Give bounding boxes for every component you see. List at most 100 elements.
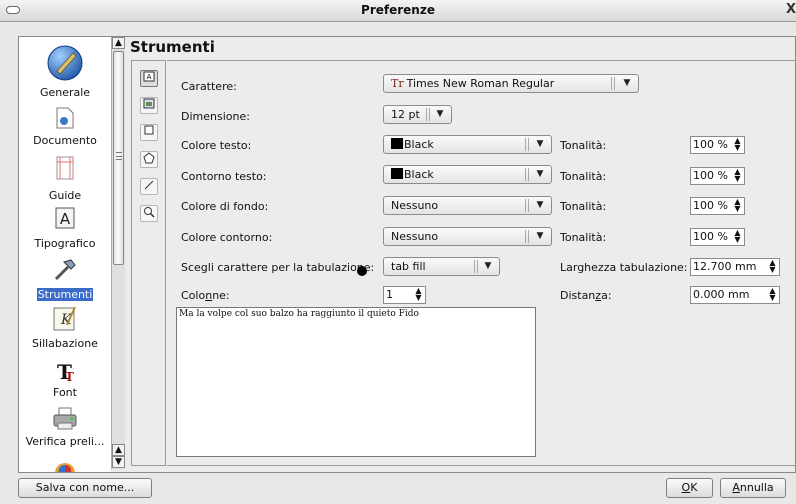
sidebar-item-verifica[interactable]: Verifica preli... — [19, 435, 111, 448]
chevron-down-icon: ▼ — [436, 109, 444, 119]
tab-fill-combo[interactable]: tab fill ▼ — [383, 257, 500, 276]
sidebar-item-documento[interactable]: Documento — [19, 134, 111, 147]
window-title: Preferenze — [361, 3, 435, 17]
line-tool-icon[interactable] — [140, 178, 158, 195]
scroll-down-icon[interactable]: ▼ — [112, 456, 125, 468]
border-shade-spinner[interactable]: 100 % ▲ ▼ — [690, 228, 745, 246]
text-preview: Ma la volpe col suo balzo ha raggiunto i… — [176, 307, 536, 457]
color-swatch — [391, 168, 403, 179]
tonalita-label: Tonalità: — [560, 200, 607, 213]
polygon-tool-icon[interactable] — [140, 151, 158, 168]
guides-icon — [56, 156, 74, 180]
chevron-down-icon: ▼ — [536, 169, 544, 179]
tonalita-label: Tonalità: — [560, 139, 607, 152]
text-shade-spinner[interactable]: 100 % ▲ ▼ — [690, 136, 745, 154]
dimensione-label: Dimensione: — [181, 110, 250, 123]
text-frame-tool-icon[interactable]: A — [140, 70, 158, 87]
text-color-combo[interactable]: Black ▼ — [383, 135, 552, 154]
typography-icon: A — [55, 207, 75, 229]
larghezza-tab-label: Larghezza tabulazione: — [560, 261, 688, 274]
font-type-icon: Tr — [391, 77, 404, 90]
hammer-icon — [54, 259, 76, 281]
columns-value: 1 — [386, 288, 393, 301]
chevron-down-icon: ▼ — [536, 231, 544, 241]
spin-arrows-icon[interactable]: ▲ ▼ — [768, 259, 777, 275]
spin-arrows-icon[interactable]: ▲ ▼ — [733, 137, 742, 153]
ok-button[interactable]: OK — [666, 478, 713, 498]
tab-fill-value: tab fill — [391, 260, 426, 273]
printer-icon — [53, 407, 77, 430]
tab-width-value: 12.700 mm — [693, 260, 757, 273]
title-bar: Preferenze X — [0, 0, 796, 22]
border-color-combo[interactable]: Nessuno ▼ — [383, 227, 552, 246]
border-shade-value: 100 % — [693, 230, 728, 243]
text-color-value: Black — [404, 138, 434, 151]
distanza-label: Distanza: — [560, 289, 612, 302]
sidebar-item-guide[interactable]: Guide — [19, 189, 111, 202]
fill-color-value: Nessuno — [391, 199, 439, 212]
chevron-down-icon: ▼ — [536, 139, 544, 149]
tab-fill-label: Scegli carattere per la tabulazione: — [181, 261, 375, 274]
spin-arrows-icon[interactable]: ▲ ▼ — [733, 168, 742, 184]
scroll-up-icon[interactable]: ▲ — [112, 37, 125, 49]
svg-text:A: A — [60, 210, 71, 228]
stroke-shade-value: 100 % — [693, 169, 728, 182]
hyphenation-icon: K — [53, 306, 76, 331]
text-shade-value: 100 % — [693, 138, 728, 151]
sidebar-item-sillabazione[interactable]: Sillabazione — [19, 337, 111, 350]
document-icon — [56, 107, 74, 129]
sidebar-item-tipografico[interactable]: Tipografico — [19, 237, 111, 250]
sidebar-item-font[interactable]: Font — [19, 386, 111, 399]
font-combo[interactable]: Tr Times New Roman Regular ▼ — [383, 74, 639, 93]
close-icon[interactable]: X — [786, 2, 796, 18]
fill-shade-value: 100 % — [693, 199, 728, 212]
scroll-up-icon-lower[interactable]: ▲ — [112, 444, 125, 456]
stroke-shade-spinner[interactable]: 100 % ▲ ▼ — [690, 167, 745, 185]
colonne-label: Colonne: — [181, 289, 230, 302]
color-swatch — [391, 138, 403, 149]
chevron-down-icon: ▼ — [484, 261, 492, 271]
save-as-button[interactable]: Salva con nome... — [18, 478, 152, 498]
font-combo-value: Times New Roman Regular — [406, 77, 555, 90]
mouse-cursor — [357, 266, 367, 276]
svg-text:T: T — [65, 370, 74, 383]
text-stroke-combo[interactable]: Black ▼ — [383, 165, 552, 184]
fill-shade-spinner[interactable]: 100 % ▲ ▼ — [690, 197, 745, 215]
zoom-tool-icon[interactable] — [140, 205, 158, 222]
spin-arrows-icon[interactable]: ▲ ▼ — [733, 198, 742, 214]
size-combo[interactable]: 12 pt ▼ — [383, 105, 452, 124]
tool-selector: A — [131, 60, 166, 466]
columns-spinner[interactable]: 1 ▲ ▼ — [383, 286, 426, 304]
colore-fondo-label: Colore di fondo: — [181, 200, 269, 213]
shape-tool-icon[interactable] — [140, 124, 158, 141]
cancel-button[interactable]: Annulla — [720, 478, 786, 498]
carattere-label: Carattere: — [181, 80, 237, 93]
globe-pen-icon — [47, 45, 83, 81]
tonalita-label: Tonalità: — [560, 170, 607, 183]
spin-arrows-icon[interactable]: ▲ ▼ — [733, 229, 742, 245]
colore-testo-label: Colore testo: — [181, 139, 252, 152]
image-frame-tool-icon[interactable] — [140, 97, 158, 114]
spin-arrows-icon[interactable]: ▲ ▼ — [414, 287, 423, 303]
border-color-value: Nessuno — [391, 230, 439, 243]
svg-text:A: A — [147, 73, 152, 81]
sidebar-item-generale[interactable]: Generale — [19, 86, 111, 99]
gap-spinner[interactable]: 0.000 mm ▲ ▼ — [690, 286, 780, 304]
color-wheel-icon — [55, 463, 75, 472]
sidebar: Generale Documento Guide A Tipografico S… — [19, 37, 111, 472]
spin-arrows-icon[interactable]: ▲ ▼ — [768, 287, 777, 303]
size-combo-value: 12 pt — [391, 108, 420, 121]
scrollbar-thumb[interactable] — [113, 51, 124, 265]
chevron-down-icon: ▼ — [536, 200, 544, 210]
text-stroke-value: Black — [404, 168, 434, 181]
fill-color-combo[interactable]: Nessuno ▼ — [383, 196, 552, 215]
gap-value: 0.000 mm — [693, 288, 750, 301]
chevron-down-icon: ▼ — [623, 78, 631, 88]
tonalita-label: Tonalità: — [560, 231, 607, 244]
font-icon: T T — [57, 360, 74, 383]
sidebar-item-strumenti[interactable]: Strumenti — [19, 288, 111, 301]
section-title: Strumenti — [130, 38, 215, 56]
contorno-testo-label: Contorno testo: — [181, 170, 267, 183]
sidebar-scrollbar[interactable]: ▲ ▲ ▼ — [111, 37, 125, 469]
tab-width-spinner[interactable]: 12.700 mm ▲ ▼ — [690, 258, 780, 276]
